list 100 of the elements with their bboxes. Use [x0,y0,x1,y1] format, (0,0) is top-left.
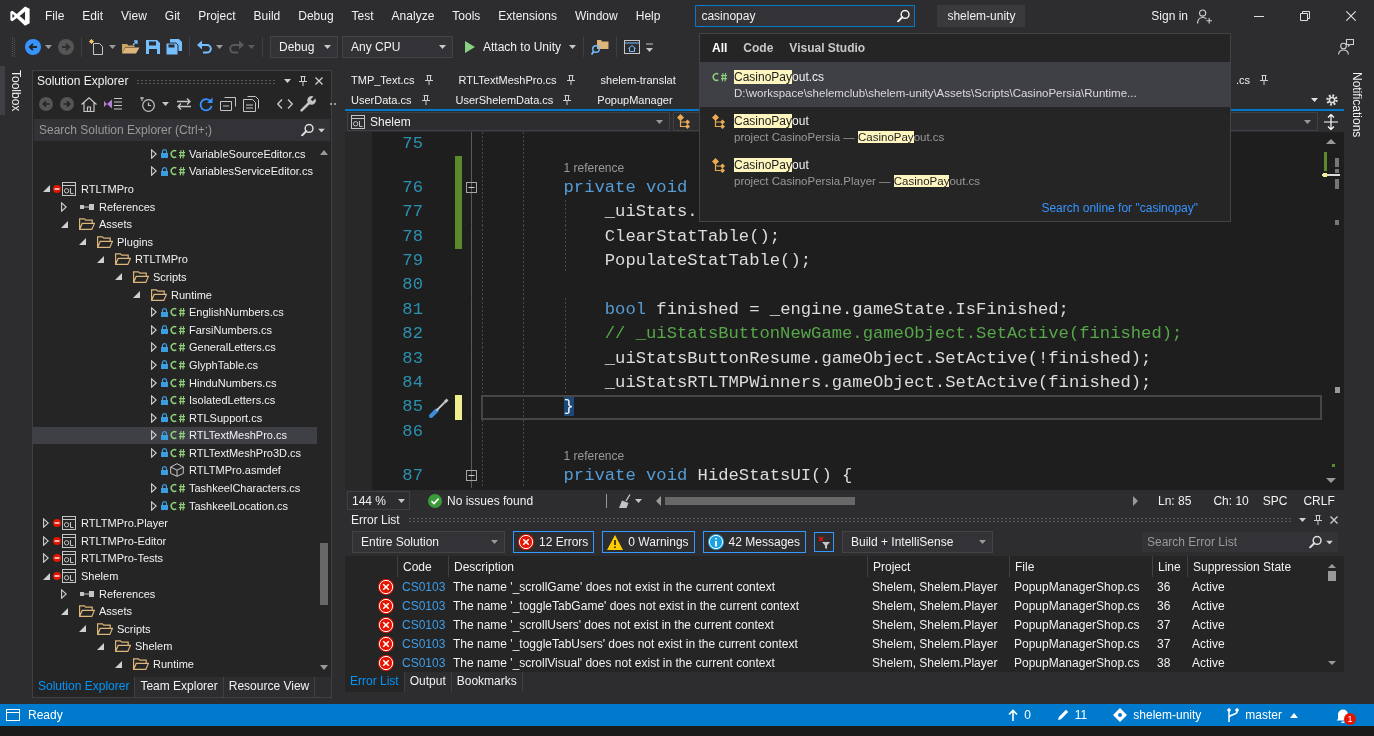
tree-item[interactable]: Plugins [76,232,154,251]
collapsed-arrow-icon[interactable] [61,201,67,212]
tree-item[interactable]: RTLTextMeshPro.cs [33,426,317,445]
collapsed-arrow-icon[interactable] [151,307,157,318]
close-icon[interactable] [1346,11,1356,21]
collapsed-arrow-icon[interactable] [151,430,157,441]
caret-icon[interactable] [1299,517,1306,522]
window-icon[interactable] [624,40,641,54]
horizontal-scrollbar[interactable] [656,495,1138,506]
caret-icon[interactable] [979,540,986,544]
line-position[interactable]: Ln: 85 [1158,493,1192,508]
caret-icon[interactable] [398,498,405,503]
logo-icon[interactable] [9,5,31,27]
caret-icon[interactable] [216,45,223,49]
panel-tab[interactable]: Output [404,672,452,692]
column-header[interactable]: Description [454,559,515,574]
tree-item[interactable]: VariableSourceEditor.cs [148,145,306,163]
panel-tab[interactable]: Team Explorer [135,677,224,697]
pencil-icon[interactable] [1056,709,1069,721]
clear-filter-icon[interactable] [814,532,834,552]
configuration-dropdown[interactable]: Debug [270,36,338,58]
home-icon[interactable] [81,96,97,112]
scope-dropdown[interactable]: Entire Solution [352,531,505,553]
filter-button[interactable]: 12 Errors [513,531,595,553]
toolbox-tab[interactable]: Toolbox [0,66,25,116]
expanded-arrow-icon[interactable] [96,255,104,263]
menu-item[interactable]: File [36,6,74,26]
tree-item[interactable]: Runtime [130,285,212,304]
pin-icon[interactable] [566,75,575,85]
pin-icon[interactable] [424,75,433,85]
split-icon[interactable] [1324,113,1338,130]
tree-item[interactable]: RTLSupport.cs [148,408,263,427]
panel-tab[interactable]: Bookmarks [451,672,523,692]
caret-icon[interactable] [324,45,331,49]
caret-icon[interactable] [656,119,663,124]
attach-button[interactable]: Attach to Unity [465,40,577,54]
collapsed-arrow-icon[interactable] [151,166,157,177]
person-chat-icon[interactable] [1338,39,1354,55]
collapsed-arrow-icon[interactable] [43,535,49,546]
collapsed-arrow-icon[interactable] [151,377,157,388]
refresh-icon[interactable] [199,96,213,112]
tree-item[interactable]: RTLTMPro [94,250,188,269]
editor-tab[interactable]: TMP_Text.cs [345,70,453,90]
repository-name[interactable]: shelem-unity [1133,708,1202,722]
editor-tab[interactable]: .cs [1229,70,1288,90]
tree-item[interactable]: Assets [58,602,132,621]
expanded-arrow-icon[interactable] [78,238,86,246]
caret-icon[interactable] [1311,97,1318,102]
error-code-link[interactable]: CS0103 [402,636,446,651]
gear-icon[interactable] [1326,93,1338,106]
undo-icon[interactable] [197,40,212,54]
search-scope-tab[interactable]: Visual Studio [789,41,866,55]
search-icon[interactable] [897,9,911,23]
collapsed-arrow-icon[interactable] [151,395,157,406]
caret-up-icon[interactable] [1290,712,1298,718]
tree-item[interactable]: TashkeelCharacters.cs [148,479,301,497]
collapsed-arrow-icon[interactable] [151,324,157,335]
person-add-icon[interactable] [1197,8,1212,24]
column-position[interactable]: Ch: 10 [1213,493,1249,508]
expanded-arrow-icon[interactable] [42,572,50,580]
caret-icon[interactable] [109,45,116,49]
folder-search-icon[interactable] [591,39,610,55]
menu-item[interactable]: Extensions [489,6,567,26]
tree-item[interactable]: Assets [58,215,132,233]
caret-icon[interactable] [635,498,642,503]
error-code-link[interactable]: CS0103 [402,579,446,594]
filter-button[interactable]: 0 Warnings [602,531,695,553]
editor-tab[interactable]: UserData.cs [345,90,450,109]
restore-icon[interactable] [1300,11,1310,21]
arrow-up-icon[interactable] [1008,709,1019,721]
search-field[interactable]: casinopay [695,5,916,27]
diamond-icon[interactable] [1113,708,1128,722]
pin-icon[interactable] [421,94,430,105]
tree-item[interactable]: RTLTMPro.Player [40,514,168,533]
caret-icon[interactable] [162,102,169,106]
two-arrows-icon[interactable] [176,98,192,110]
close-icon[interactable] [1330,515,1338,524]
search-field[interactable]: Search Error List [1142,532,1338,552]
search-online-link[interactable]: Search online for "casinopay" [1041,201,1198,215]
codelens-link[interactable]: 1 reference [563,160,625,176]
expanded-arrow-icon[interactable] [114,273,122,281]
zoom-dropdown[interactable]: 144 % [347,491,410,510]
minimize-icon[interactable] [1254,15,1264,17]
pin-icon[interactable] [299,76,307,86]
menu-item[interactable]: Analyze [382,6,444,26]
pin-icon[interactable] [1260,75,1268,85]
close-icon[interactable] [315,77,323,85]
expanded-arrow-icon[interactable] [96,642,104,650]
search-scope-tab[interactable]: All [712,41,728,55]
filter-button[interactable]: 42 Messages [702,531,806,553]
tree-item[interactable]: Scripts [112,268,187,286]
tree-item[interactable]: IsolatedLetters.cs [148,391,276,409]
menu-item[interactable]: Test [342,6,383,26]
tree-item[interactable]: GeneralLetters.cs [148,338,276,357]
collapsed-arrow-icon[interactable] [151,148,157,159]
menu-item[interactable]: Build [244,6,290,26]
caret-icon[interactable] [45,45,52,49]
collapsed-arrow-icon[interactable] [151,483,157,494]
tree-item[interactable]: Scripts [76,620,151,638]
platform-dropdown[interactable]: Any CPU [342,36,453,58]
